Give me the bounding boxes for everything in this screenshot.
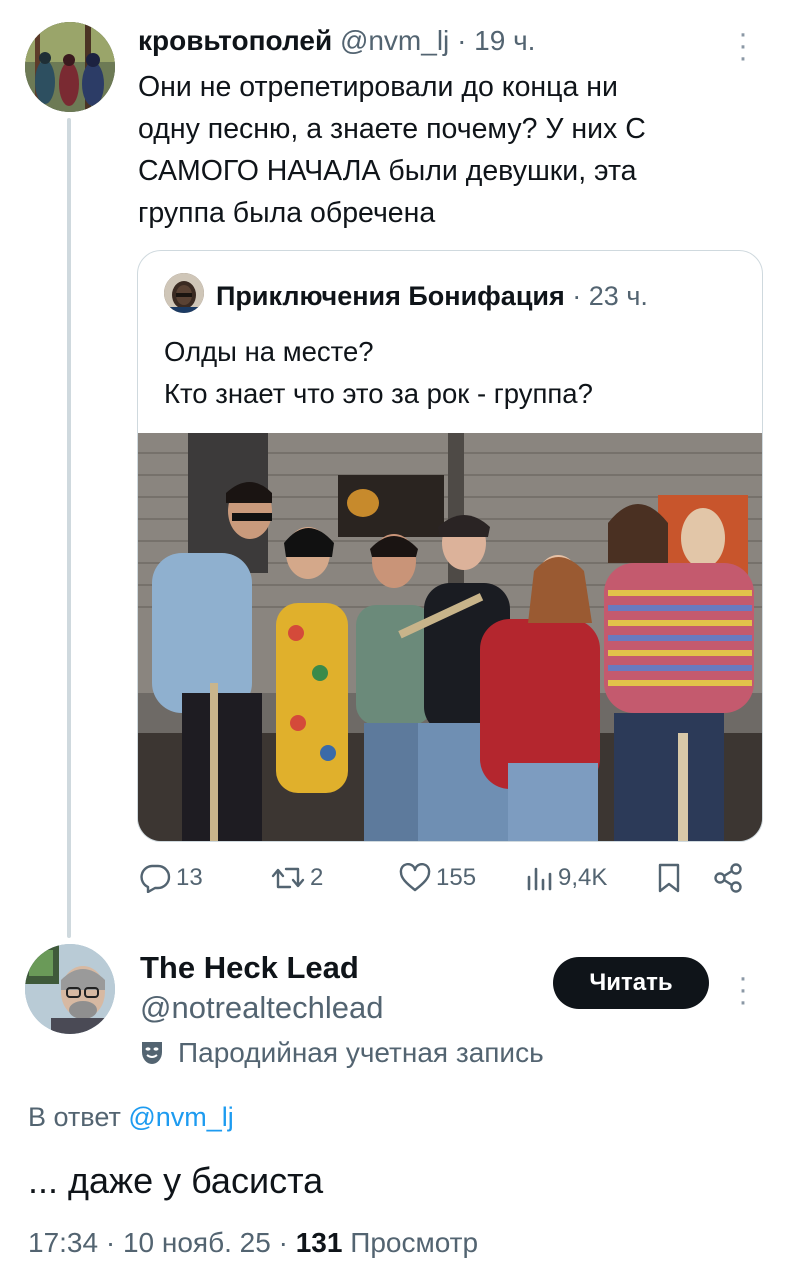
tweet-text-line: группа была обречена xyxy=(138,197,436,229)
reply-button[interactable]: 13 xyxy=(138,862,203,894)
views-label: Просмотр xyxy=(342,1227,479,1258)
heart-icon xyxy=(399,863,431,892)
views-button[interactable]: 9,4K xyxy=(524,862,607,894)
tweet-header: кровьтополей @nvm_lj · 19 ч. xyxy=(138,24,535,58)
quoted-author-avatar xyxy=(164,273,204,313)
timestamp[interactable]: 17:34 · 10 нояб. 25 · xyxy=(28,1227,296,1258)
author-name[interactable]: кровьтополей xyxy=(138,25,332,56)
retweet-count: 2 xyxy=(310,864,324,891)
views-chart-icon xyxy=(527,867,552,891)
reply-to-handle-link[interactable]: @nvm_lj xyxy=(128,1102,233,1132)
author-avatar[interactable] xyxy=(25,22,115,112)
tweet-text: Они не отрепетировали до конца ни одну п… xyxy=(138,66,738,234)
reply-icon xyxy=(140,864,171,893)
reply-author-handle[interactable]: @notrealtechlead xyxy=(140,990,383,1026)
like-button[interactable]: 155 xyxy=(398,862,476,894)
tweet-meta: 17:34 · 10 нояб. 25 · 131 Просмотр xyxy=(28,1225,478,1261)
theater-mask-icon xyxy=(142,1042,162,1064)
more-options-icon[interactable]: · · · xyxy=(733,963,753,1017)
quoted-text-line: Олды на месте? xyxy=(164,336,374,367)
tweet-text-line: одну песню, а знаете почему? У них С xyxy=(138,113,646,145)
share-button[interactable] xyxy=(712,862,744,894)
quoted-tweet-card[interactable]: Приключения Бонифация · 23 ч. Олды на ме… xyxy=(137,250,763,842)
author-handle[interactable]: @nvm_lj xyxy=(340,25,449,56)
retweet-icon xyxy=(271,867,305,889)
band-photo[interactable] xyxy=(138,433,762,841)
retweet-button[interactable]: 2 xyxy=(270,862,323,894)
thread-connector-line xyxy=(67,118,71,938)
reply-author-name[interactable]: The Heck Lead xyxy=(140,950,359,986)
like-count: 155 xyxy=(436,864,477,891)
share-icon xyxy=(714,863,742,893)
quoted-author-name: Приключения Бонифация xyxy=(216,281,565,311)
more-options-icon[interactable]: · · · xyxy=(733,19,753,73)
quoted-text-line: Кто знает что это за рок - группа? xyxy=(164,378,593,409)
views-count: 9,4K xyxy=(558,864,608,891)
parody-text: Пародийная учетная запись xyxy=(178,1037,544,1068)
reply-count: 13 xyxy=(176,864,203,891)
tweet-text-line: САМОГО НАЧАЛА были девушки, эта xyxy=(138,155,637,187)
quoted-tweet-text: Олды на месте? Кто знает что это за рок … xyxy=(164,331,744,415)
bookmark-button[interactable] xyxy=(656,862,682,894)
quoted-tweet-time: · 23 ч. xyxy=(572,281,648,311)
tweet-time[interactable]: · 19 ч. xyxy=(457,25,535,56)
reply-to-line: В ответ @nvm_lj xyxy=(28,1100,234,1134)
reply-text: ... даже у басиста xyxy=(28,1160,324,1201)
reply-to-label: В ответ xyxy=(28,1102,121,1132)
tweet-text-line: Они не отрепетировали до конца ни xyxy=(138,71,618,103)
parody-account-label: Пародийная учетная запись xyxy=(140,1036,544,1070)
bookmark-icon xyxy=(658,863,680,893)
quoted-tweet-header: Приключения Бонифация · 23 ч. xyxy=(216,279,648,313)
follow-button[interactable]: Читать xyxy=(553,957,709,1009)
reply-author-avatar[interactable] xyxy=(25,944,115,1034)
views-count-value: 131 xyxy=(295,1227,343,1258)
